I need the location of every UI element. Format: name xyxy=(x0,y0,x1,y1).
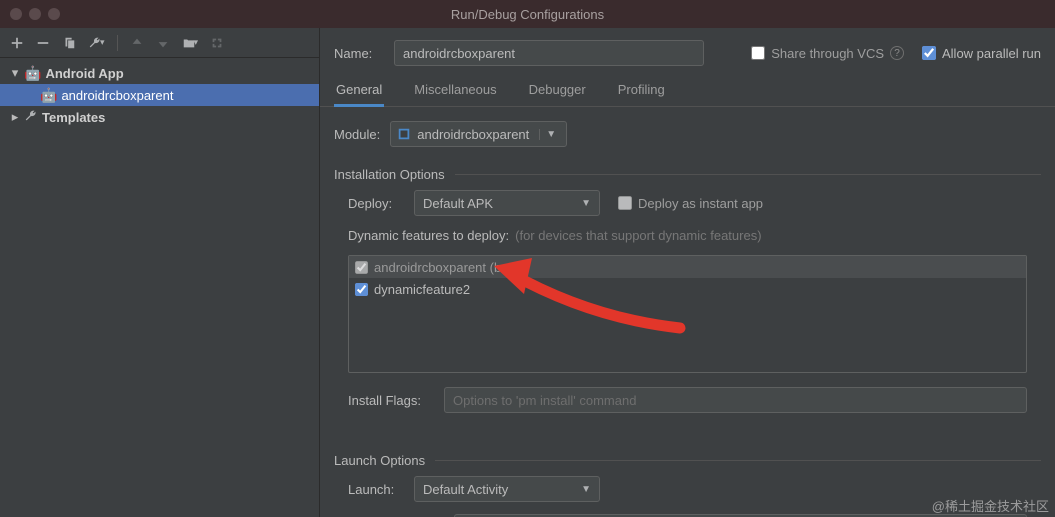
installation-options-title: Installation Options xyxy=(334,167,445,182)
tree-group-label: Android App xyxy=(45,66,123,81)
android-icon: 🤖 xyxy=(40,87,57,104)
deploy-instant-checkbox: Deploy as instant app xyxy=(618,196,763,211)
deploy-value: Default APK xyxy=(423,196,493,211)
copy-icon[interactable] xyxy=(62,36,76,50)
name-input[interactable] xyxy=(394,40,704,66)
feature-label: dynamicfeature2 xyxy=(374,282,470,297)
chevron-down-icon: ▼ xyxy=(581,198,591,209)
tab-general[interactable]: General xyxy=(334,74,384,106)
down-icon[interactable] xyxy=(156,36,170,50)
deploy-label: Deploy: xyxy=(348,196,404,211)
close-window-icon[interactable] xyxy=(10,8,22,20)
dynamic-features-label: Dynamic features to deploy: xyxy=(348,228,509,243)
help-icon[interactable]: ? xyxy=(890,46,904,60)
install-flags-label: Install Flags: xyxy=(348,393,434,408)
tab-bar: General Miscellaneous Debugger Profiling xyxy=(320,74,1055,107)
launch-value: Default Activity xyxy=(423,482,508,497)
watermark: @稀土掘金技术社区 xyxy=(932,496,1049,515)
module-value: androidrcboxparent xyxy=(417,127,529,142)
add-icon[interactable] xyxy=(10,36,24,50)
launch-options-title: Launch Options xyxy=(334,453,425,468)
tree-group-android-app[interactable]: ▾ 🤖 Android App xyxy=(0,62,319,84)
install-flags-input[interactable] xyxy=(444,387,1027,413)
tree-item-label: androidrcboxparent xyxy=(61,88,173,103)
deploy-instant-label: Deploy as instant app xyxy=(638,196,763,211)
feature-checkbox[interactable] xyxy=(355,283,368,296)
share-vcs-checkbox[interactable]: Share through VCS ? xyxy=(751,46,904,61)
tree-group-label: Templates xyxy=(42,110,105,125)
feature-row-base: androidrcboxparent (base) xyxy=(349,256,1026,278)
tab-miscellaneous[interactable]: Miscellaneous xyxy=(412,74,498,106)
tree-item-androidrcboxparent[interactable]: 🤖 androidrcboxparent xyxy=(0,84,319,106)
chevron-right-icon: ▸ xyxy=(10,109,20,125)
window-title: Run/Debug Configurations xyxy=(0,7,1055,22)
chevron-down-icon: ▾ xyxy=(10,65,20,81)
launch-options-header: Launch Options xyxy=(334,453,1041,468)
collapse-icon[interactable] xyxy=(210,36,224,50)
sidebar: ▾ ▾ ▾ 🤖 Android App 🤖 androidrcboxparent… xyxy=(0,28,320,517)
titlebar: Run/Debug Configurations xyxy=(0,0,1055,28)
tab-profiling[interactable]: Profiling xyxy=(616,74,667,106)
module-label: Module: xyxy=(334,127,380,142)
name-label: Name: xyxy=(334,46,386,61)
module-select[interactable]: androidrcboxparent ▼ xyxy=(390,121,567,147)
dynamic-features-hint: (for devices that support dynamic featur… xyxy=(515,228,761,243)
tree-group-templates[interactable]: ▸ Templates xyxy=(0,106,319,128)
toolbar-separator xyxy=(117,35,118,51)
config-tree: ▾ 🤖 Android App 🤖 androidrcboxparent ▸ T… xyxy=(0,58,319,132)
sidebar-toolbar: ▾ ▾ xyxy=(0,28,319,58)
wrench-icon xyxy=(24,109,38,126)
remove-icon[interactable] xyxy=(36,36,50,50)
module-icon xyxy=(397,127,411,141)
installation-options-header: Installation Options xyxy=(334,167,1041,182)
allow-parallel-label: Allow parallel run xyxy=(942,46,1041,61)
up-icon[interactable] xyxy=(130,36,144,50)
launch-select[interactable]: Default Activity ▼ xyxy=(414,476,600,502)
feature-label: androidrcboxparent (base) xyxy=(374,260,526,275)
chevron-down-icon: ▼ xyxy=(581,484,591,495)
folder-icon[interactable]: ▾ xyxy=(182,36,199,50)
minimize-window-icon[interactable] xyxy=(29,8,41,20)
feature-checkbox xyxy=(355,261,368,274)
share-vcs-label: Share through VCS xyxy=(771,46,884,61)
feature-row-dynamicfeature2[interactable]: dynamicfeature2 xyxy=(349,278,1026,300)
detail-panel: Name: Share through VCS ? Allow parallel… xyxy=(320,28,1055,517)
wrench-icon[interactable]: ▾ xyxy=(88,36,105,50)
chevron-down-icon: ▼ xyxy=(539,129,562,140)
dynamic-features-list: androidrcboxparent (base) dynamicfeature… xyxy=(348,255,1027,373)
allow-parallel-checkbox[interactable]: Allow parallel run xyxy=(922,46,1041,61)
window-controls xyxy=(10,8,60,20)
launch-label: Launch: xyxy=(348,482,404,497)
android-icon: 🤖 xyxy=(24,65,41,82)
deploy-select[interactable]: Default APK ▼ xyxy=(414,190,600,216)
tab-debugger[interactable]: Debugger xyxy=(527,74,588,106)
maximize-window-icon[interactable] xyxy=(48,8,60,20)
